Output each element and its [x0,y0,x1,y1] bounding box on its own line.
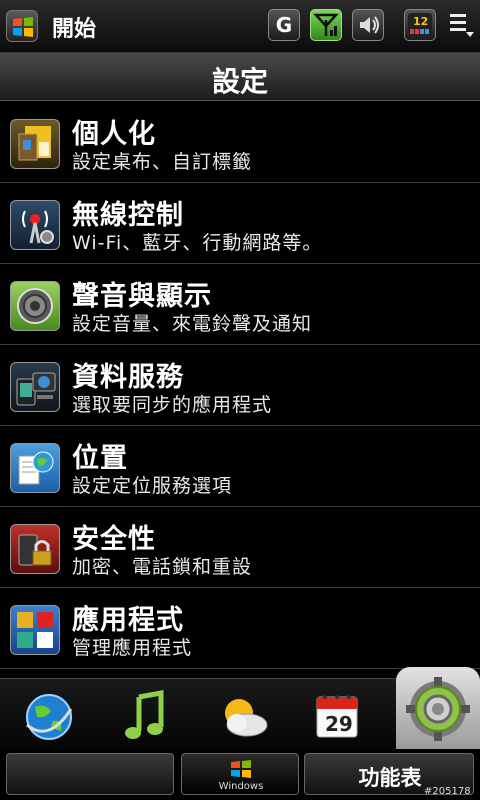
item-subtitle: 設定定位服務選項 [72,475,233,497]
wireless-icon [10,200,60,250]
music-icon [125,690,164,739]
speaker-icon [10,281,60,331]
item-title: 應用程式 [72,605,184,636]
start-label[interactable]: 開始 [52,11,96,43]
item-title: 位置 [72,443,128,474]
windows-flag-icon[interactable] [6,10,38,42]
list-item-security[interactable]: 安全性 加密、電話鎖和重設 [0,507,480,588]
windows-flag-icon [231,760,251,778]
left-softkey[interactable] [6,753,174,795]
weather-icon [225,699,268,737]
internet-icon [26,694,73,740]
list-item-wireless[interactable]: 無線控制 Wi-Fi、藍牙、行動網路等。 [0,183,480,264]
signal-icon[interactable] [310,9,342,41]
item-subtitle: Wi-Fi、藍牙、行動網路等。 [72,232,323,254]
watermark: #205178 [424,786,471,797]
menu-icon[interactable] [446,12,476,40]
item-subtitle: 選取要同步的應用程式 [72,394,273,416]
list-item-sound-display[interactable]: 聲音與顯示 設定音量、來電鈴聲及通知 [0,264,480,345]
settings-icon [406,677,470,741]
item-title: 聲音與顯示 [72,281,212,312]
data-sync-icon [10,362,60,412]
item-subtitle: 加密、電話鎖和重設 [72,556,253,578]
dock-internet[interactable] [4,683,94,749]
item-title: 無線控制 [72,200,184,231]
list-item-location[interactable]: 位置 設定定位服務選項 [0,426,480,507]
dock-settings[interactable] [396,667,480,749]
dock-music[interactable] [100,683,190,749]
title-bar: 設定 [0,53,480,101]
list-item-data-services[interactable]: 資料服務 選取要同步的應用程式 [0,345,480,426]
dock-weather[interactable] [196,683,286,749]
personalize-icon [10,119,60,169]
lock-icon [10,524,60,574]
network-type-indicator[interactable]: G [268,9,300,41]
item-title: 個人化 [72,119,156,150]
calendar-icon: 29 [316,695,358,738]
location-icon [10,443,60,493]
item-subtitle: 管理應用程式 [72,637,193,659]
applications-icon [10,605,60,655]
bottom-bar: Windows 功能表 [0,749,480,800]
list-item-applications[interactable]: 應用程式 管理應用程式 [0,588,480,669]
item-title: 資料服務 [72,362,184,393]
status-bar: 開始 G 12 [0,0,480,53]
item-subtitle: 設定桌布、自訂標籤 [72,151,253,173]
settings-list: 個人化 設定桌布、自訂標籤 無線控制 Wi-Fi、藍牙、行動網路等。 聲音與顯示… [0,102,480,669]
windows-start-button[interactable]: Windows [181,753,299,795]
list-item-personalize[interactable]: 個人化 設定桌布、自訂標籤 [0,102,480,183]
calendar-day: 29 [325,712,353,736]
windows-label: Windows [218,781,264,792]
item-subtitle: 設定音量、來電鈴聲及通知 [72,313,313,335]
dock-calendar[interactable]: 29 [292,683,382,749]
battery-level: 12 [413,15,428,28]
battery-icon[interactable]: 12 [404,9,436,41]
item-title: 安全性 [72,524,156,555]
dock-tab-bar: 29 [0,667,480,749]
volume-icon[interactable] [352,9,384,41]
page-title: 設定 [211,65,268,98]
